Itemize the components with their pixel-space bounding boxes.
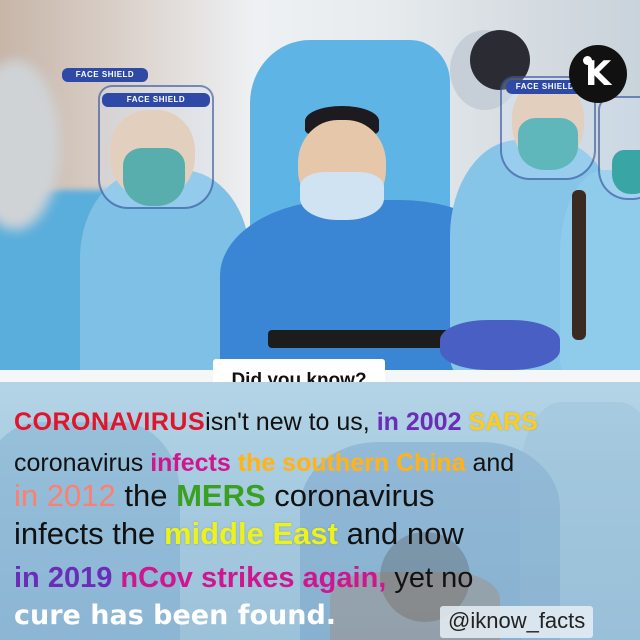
middle-east-words: middle East bbox=[163, 516, 338, 551]
text-fragment: infects bbox=[150, 449, 231, 477]
face-shield-band: FACE SHIELD bbox=[102, 93, 210, 107]
iknow-logo: K bbox=[569, 45, 627, 103]
text-fragment: cure has been found. bbox=[14, 600, 337, 631]
text-fragment: and now bbox=[346, 516, 464, 551]
fact-line-6: cure has been found. bbox=[14, 600, 336, 631]
text-fragment: strikes again, bbox=[200, 562, 387, 594]
text-fragment: coronavirus bbox=[14, 449, 144, 477]
text-fragment: isn't new to us, bbox=[205, 408, 370, 436]
fact-line-5: in 2019 nCov strikes again, yet no bbox=[14, 562, 473, 595]
sars-word: SARS bbox=[468, 408, 538, 436]
fact-line-2: coronavirus infects the southern China a… bbox=[14, 449, 514, 478]
text-fragment: yet no bbox=[394, 562, 474, 594]
text-fragment: coronavirus bbox=[274, 478, 435, 513]
text-fragment: in 2012 bbox=[14, 478, 116, 513]
ncov-word: nCov bbox=[120, 562, 193, 594]
mers-word: MERS bbox=[176, 478, 266, 513]
fact-line-3: in 2012 the MERS coronavirus bbox=[14, 478, 435, 514]
text-fragment: in 2019 bbox=[14, 562, 113, 594]
logo-dot bbox=[583, 56, 592, 65]
fact-line-4: infects the middle East and now bbox=[14, 516, 464, 552]
text-fragment: the bbox=[124, 478, 168, 513]
fact-line-1: CORONAVIRUSisn't new to us, in 2002 SARS bbox=[14, 408, 538, 437]
hospital-photo: FACE SHIELD FACE SHIELD FACE SHIELD bbox=[0, 0, 640, 380]
text-fragment: infects the bbox=[14, 516, 156, 551]
patient-surgical-mask bbox=[300, 172, 384, 220]
text-fragment: the southern China bbox=[237, 449, 466, 477]
coronavirus-word: CORONAVIRUS bbox=[14, 408, 206, 436]
face-shield-band: FACE SHIELD bbox=[62, 68, 148, 82]
instagram-handle: @iknow_facts bbox=[440, 606, 594, 638]
text-fragment: and bbox=[472, 449, 515, 477]
text-fragment: in 2002 bbox=[376, 408, 462, 436]
